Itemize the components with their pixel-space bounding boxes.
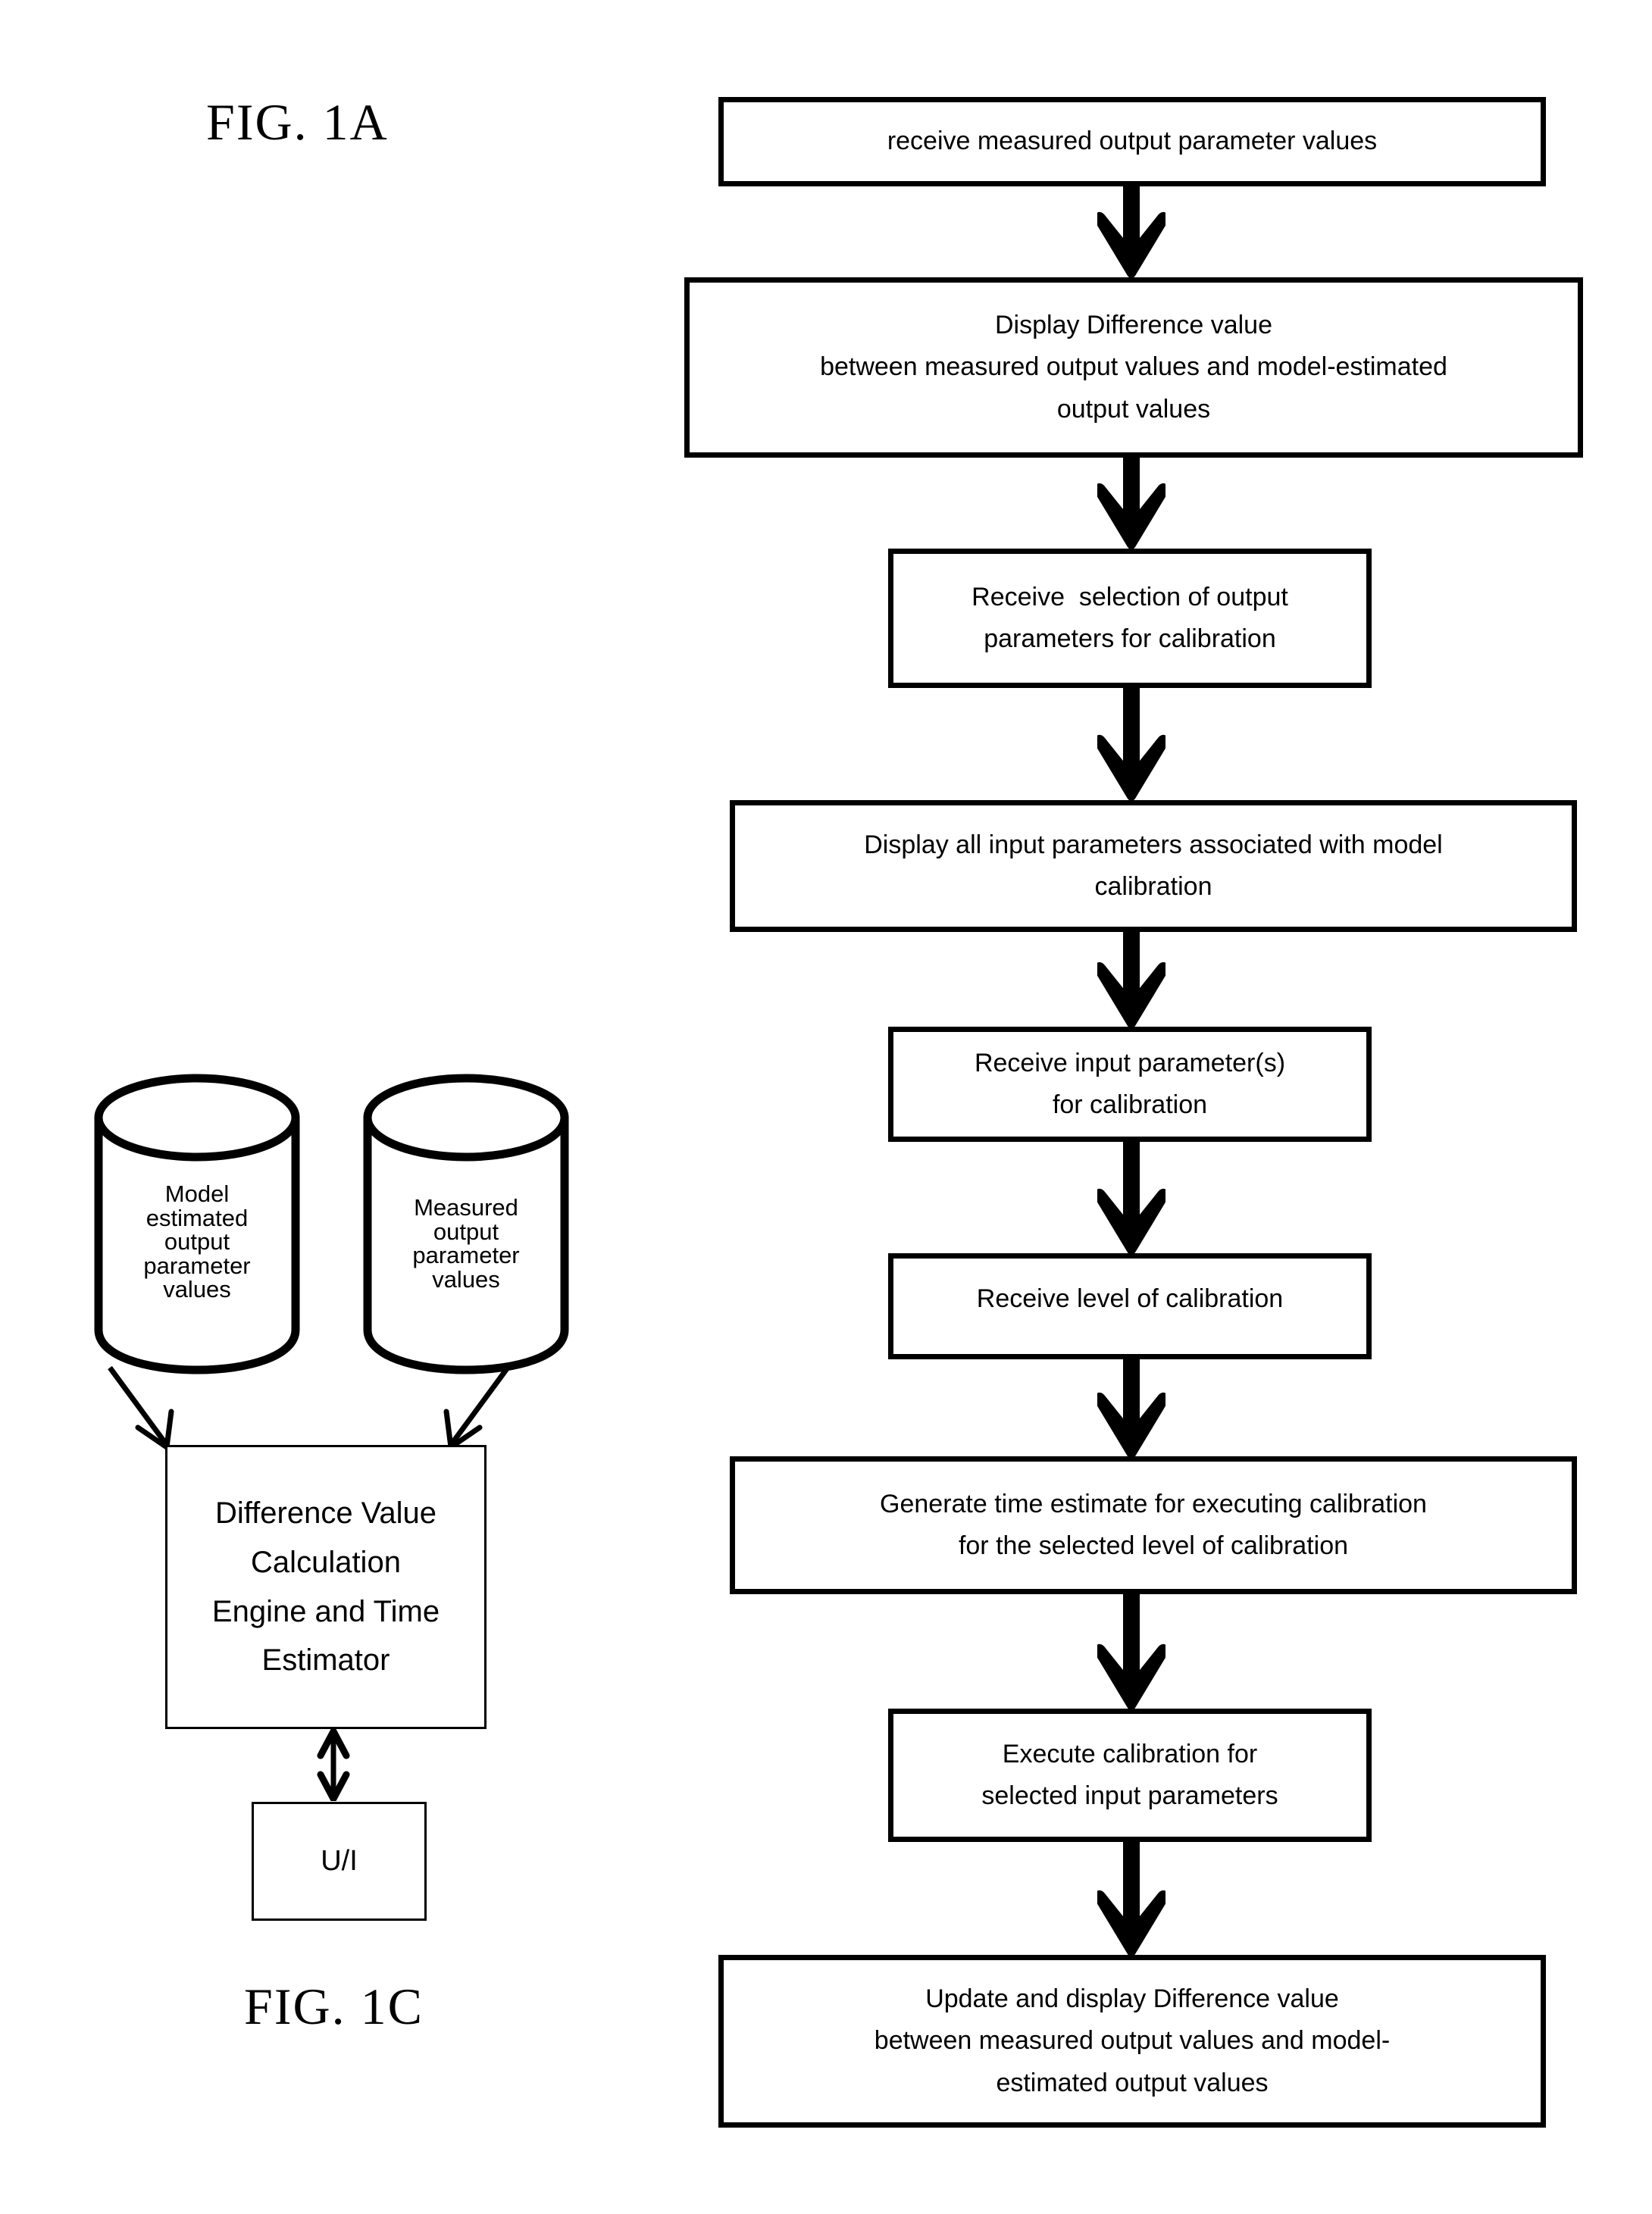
figure-1a-label: FIG. 1A <box>206 93 389 151</box>
connector-model-to-engine <box>106 1364 197 1455</box>
flow-step-display-all-input-params: Display all input parameters associated … <box>730 800 1577 932</box>
datastore-label: Model estimated output parameter values <box>143 1180 251 1303</box>
flow-step-receive-level-of-calibration: Receive level of calibration <box>888 1253 1372 1359</box>
flow-step-line: calibration <box>1094 872 1212 901</box>
flow-step-line: between measured output values and model… <box>820 352 1447 382</box>
flow-connector-arrow-5 <box>1097 1142 1165 1254</box>
flow-step-line: Display all input parameters associated … <box>864 830 1443 859</box>
datastore-label: Measured output parameter values <box>412 1194 520 1293</box>
flow-connector-arrow-4 <box>1097 932 1165 1027</box>
user-interface-box: U/I <box>252 1802 427 1921</box>
flow-step-line: selected input parameters <box>981 1781 1278 1810</box>
flow-connector-arrow-6 <box>1097 1359 1165 1458</box>
flow-step-line: for calibration <box>1052 1090 1208 1119</box>
flow-connector-arrow-8 <box>1097 1842 1165 1956</box>
flow-step-line: estimated output values <box>996 2068 1269 2097</box>
engine-label-line: Estimator <box>261 1643 390 1678</box>
flow-step-line: for the selected level of calibration <box>958 1531 1349 1560</box>
flow-step-display-difference-value: Display Difference value between measure… <box>684 277 1583 458</box>
flow-step-receive-input-params: Receive input parameter(s) for calibrati… <box>888 1027 1372 1142</box>
datastore-model-estimated: Model estimated output parameter values <box>91 1072 303 1375</box>
flow-step-line: receive measured output parameter values <box>887 127 1378 156</box>
flow-step-update-display-difference-value: Update and display Difference value betw… <box>718 1955 1546 2128</box>
double-headed-arrow-icon <box>317 1729 350 1801</box>
flow-step-execute-calibration: Execute calibration for selected input p… <box>888 1709 1372 1842</box>
engine-label-line: Calculation <box>251 1545 401 1579</box>
engine-label-line: Difference Value <box>214 1496 437 1530</box>
diagonal-arrow-icon <box>443 1365 510 1450</box>
flow-step-line: output values <box>1056 394 1211 424</box>
flow-connector-arrow-7 <box>1097 1594 1165 1709</box>
connector-engine-to-ui <box>311 1729 356 1801</box>
engine-label-line: Engine and Time <box>211 1594 440 1628</box>
flow-step-line: Update and display Difference value <box>925 1984 1339 2014</box>
flow-connector-arrow-3 <box>1097 688 1165 800</box>
patent-figure-page: FIG. 1A receive measured output paramete… <box>0 0 1652 2214</box>
flow-step-line: Receive input parameter(s) <box>974 1048 1286 1077</box>
flow-step-line: Display Difference value <box>995 311 1272 340</box>
datastore-measured: Measured output parameter values <box>360 1072 572 1375</box>
ui-label: U/I <box>321 1844 358 1877</box>
flow-step-line: Receive selection of output <box>971 582 1288 611</box>
diagonal-arrow-icon <box>108 1365 174 1450</box>
flow-step-line: parameters for calibration <box>984 624 1276 653</box>
flow-connector-arrow-1 <box>1097 186 1165 277</box>
flow-step-receive-measured-output: receive measured output parameter values <box>718 97 1546 186</box>
flow-step-line: Generate time estimate for executing cal… <box>880 1489 1427 1518</box>
flow-step-line: Receive level of calibration <box>976 1284 1284 1313</box>
flow-step-line: Execute calibration for <box>1002 1739 1258 1768</box>
flow-connector-arrow-2 <box>1097 458 1165 549</box>
flow-step-line: between measured output values and model… <box>874 2026 1391 2056</box>
flow-step-receive-selection-output-params: Receive selection of output parameters f… <box>888 549 1372 688</box>
connector-measured-to-engine <box>421 1364 512 1455</box>
figure-1c-label: FIG. 1C <box>244 1978 424 2035</box>
difference-value-engine-box: Difference Value Calculation Engine and … <box>165 1445 487 1729</box>
flow-step-generate-time-estimate: Generate time estimate for executing cal… <box>730 1456 1577 1594</box>
